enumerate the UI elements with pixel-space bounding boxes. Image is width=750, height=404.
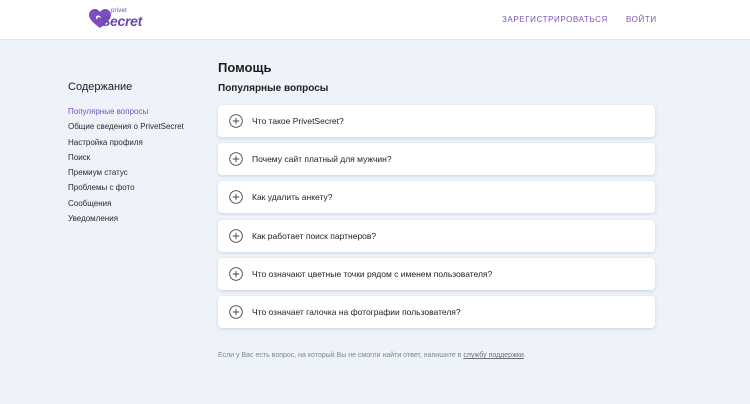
privetsecret-logo[interactable]: privet Secret: [89, 7, 142, 33]
faq-item[interactable]: Что означают цветные точки рядом с имене…: [218, 257, 655, 290]
section-title: Популярные вопросы: [218, 83, 329, 94]
sidebar-title: Содержание: [68, 81, 133, 93]
faq-item[interactable]: Почему сайт платный для мужчин?: [218, 143, 655, 176]
sidebar-item-general-info[interactable]: Общие сведения о PrivetSecret: [68, 121, 184, 136]
faq-question: Как работает поиск партнеров?: [252, 230, 377, 241]
plus-circle-icon[interactable]: [229, 305, 243, 319]
faq-question: Почему сайт платный для мужчин?: [252, 154, 392, 165]
sidebar-item-profile-settings[interactable]: Настройка профиля: [68, 137, 184, 152]
top-header: privet Secret Зарегистрироваться Войти: [0, 0, 750, 40]
support-note: Если у Вас есть вопрос, на который Вы не…: [218, 352, 526, 359]
register-link[interactable]: Зарегистрироваться: [502, 15, 608, 24]
faq-item[interactable]: Что такое PrivetSecret?: [218, 105, 655, 137]
sidebar-item-search[interactable]: Поиск: [68, 152, 184, 167]
plus-circle-icon[interactable]: [229, 228, 243, 243]
faq-item[interactable]: Как удалить анкету?: [218, 181, 655, 214]
login-link[interactable]: Войти: [626, 15, 657, 24]
faq-item[interactable]: Как работает поиск партнеров?: [218, 219, 655, 252]
page-title: Помощь: [218, 60, 272, 75]
faq-question: Что такое PrivetSecret?: [252, 116, 344, 126]
support-note-end: .: [523, 352, 526, 359]
sidebar-item-premium-status[interactable]: Премиум статус: [68, 167, 184, 182]
sidebar-nav: Популярные вопросы Общие сведения о Priv…: [68, 106, 184, 228]
faq-question: Как удалить анкету?: [252, 192, 333, 203]
sidebar-item-photo-problems[interactable]: Проблемы с фото: [68, 182, 184, 197]
plus-circle-icon[interactable]: [229, 152, 243, 166]
plus-circle-icon[interactable]: [229, 190, 243, 205]
logo-big-text: Secret: [101, 13, 143, 29]
sidebar-item-messages[interactable]: Сообщения: [68, 198, 184, 213]
support-note-text: Если у Вас есть вопрос, на который Вы не…: [218, 352, 464, 359]
faq-question: Что означает галочка на фотографии польз…: [252, 306, 461, 317]
sidebar-item-popular-questions[interactable]: Популярные вопросы: [68, 106, 184, 121]
faq-list: Что такое PrivetSecret? Почему сайт плат…: [218, 105, 655, 334]
plus-circle-icon[interactable]: [229, 266, 243, 281]
faq-question: Что означают цветные точки рядом с имене…: [252, 268, 493, 279]
plus-circle-icon[interactable]: [229, 114, 243, 128]
faq-item[interactable]: Что означает галочка на фотографии польз…: [218, 295, 655, 328]
support-link[interactable]: службу поддержки: [463, 352, 523, 359]
sidebar-item-notifications[interactable]: Уведомления: [68, 213, 184, 228]
